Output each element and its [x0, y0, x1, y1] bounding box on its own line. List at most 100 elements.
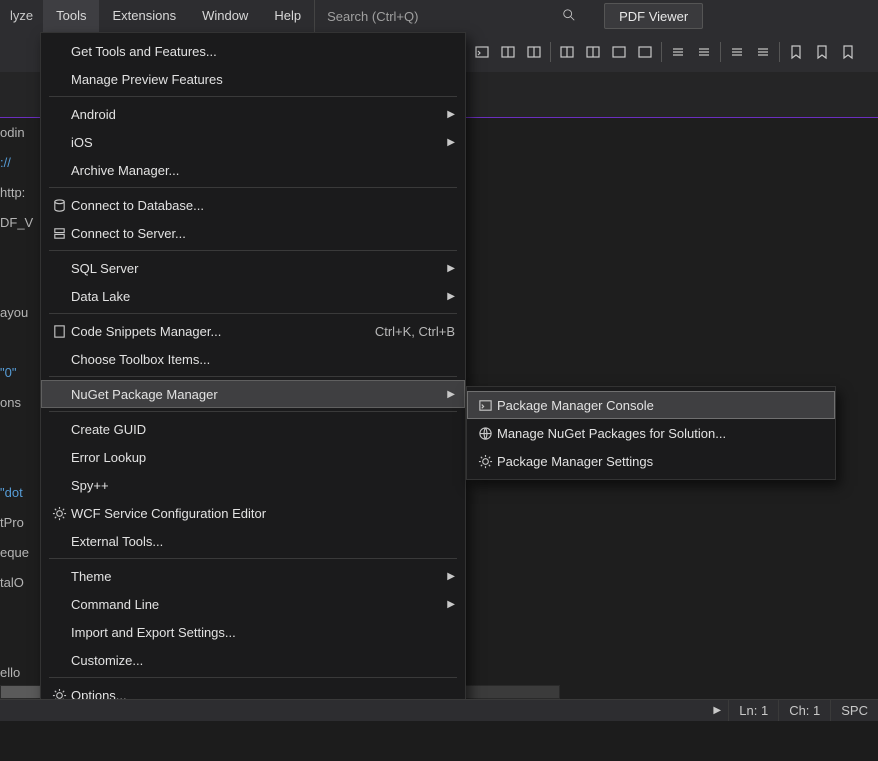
tools-menu-item-1[interactable]: Manage Preview Features: [41, 65, 465, 93]
menu-item-label: Data Lake: [71, 289, 435, 304]
indentright-icon[interactable]: [751, 40, 775, 64]
menu-item-label: Manage Preview Features: [71, 72, 455, 87]
menu-item-label: Create GUID: [71, 422, 455, 437]
bookmark-x-icon[interactable]: [836, 40, 860, 64]
menu-item-label: Package Manager Console: [497, 398, 825, 413]
indent-icon[interactable]: [692, 40, 716, 64]
console-icon: [473, 398, 497, 413]
stack-icon[interactable]: [633, 40, 657, 64]
tools-menu-item-19[interactable]: Import and Export Settings...: [41, 618, 465, 646]
chevron-right-icon: ▶: [447, 571, 455, 582]
menu-item-label: Theme: [71, 569, 435, 584]
bookmark-icon[interactable]: [784, 40, 808, 64]
tools-menu-item-16[interactable]: External Tools...: [41, 527, 465, 555]
menu-item-label: Code Snippets Manager...: [71, 324, 355, 339]
bookmark-outline-icon[interactable]: [810, 40, 834, 64]
menu-window[interactable]: Window: [189, 0, 261, 32]
search-placeholder: Search (Ctrl+Q): [327, 9, 418, 24]
tools-menu-item-2[interactable]: Android ▶: [41, 100, 465, 128]
pdf-viewer-label: PDF Viewer: [619, 9, 688, 24]
menu-item-label: SQL Server: [71, 261, 435, 276]
panel2-icon[interactable]: [522, 40, 546, 64]
status-spaces[interactable]: SPC: [830, 700, 878, 721]
menu-separator: [49, 96, 457, 97]
terminal-icon[interactable]: [470, 40, 494, 64]
menu-bar: lyze Tools Extensions Window Help Search…: [0, 0, 878, 32]
tools-menu-item-4[interactable]: Archive Manager...: [41, 156, 465, 184]
sub-item-0[interactable]: Package Manager Console: [467, 391, 835, 419]
status-column[interactable]: Ch: 1: [778, 700, 830, 721]
bottom-panel: [0, 721, 878, 761]
menu-separator: [49, 677, 457, 678]
menubar-truncated-item[interactable]: lyze: [0, 0, 43, 32]
tools-menu-item-15[interactable]: WCF Service Configuration Editor: [41, 499, 465, 527]
tools-menu-item-0[interactable]: Get Tools and Features...: [41, 37, 465, 65]
menu-item-label: Get Tools and Features...: [71, 44, 455, 59]
tools-menu-item-3[interactable]: iOS ▶: [41, 128, 465, 156]
device3-icon[interactable]: [607, 40, 631, 64]
menu-item-shortcut: Ctrl+K, Ctrl+B: [375, 324, 455, 339]
gear-icon: [473, 454, 497, 469]
menu-item-label: Android: [71, 107, 435, 122]
chevron-right-icon: ▶: [447, 137, 455, 148]
globe-icon: [473, 426, 497, 441]
server-icon: [47, 226, 71, 241]
menu-item-label: Choose Toolbox Items...: [71, 352, 455, 367]
tools-menu-item-7[interactable]: SQL Server ▶: [41, 254, 465, 282]
panel-icon[interactable]: [496, 40, 520, 64]
tools-menu-item-9[interactable]: Code Snippets Manager... Ctrl+K, Ctrl+B: [41, 317, 465, 345]
search-icon: [562, 8, 576, 25]
tools-menu-item-13[interactable]: Error Lookup: [41, 443, 465, 471]
device-icon[interactable]: [555, 40, 579, 64]
status-bar: ▶ Ln: 1 Ch: 1 SPC: [0, 699, 878, 721]
menu-item-label: Import and Export Settings...: [71, 625, 455, 640]
tools-menu-item-11[interactable]: NuGet Package Manager ▶: [41, 380, 465, 408]
menu-item-label: Connect to Server...: [71, 226, 455, 241]
menu-separator: [49, 558, 457, 559]
pdf-viewer-button[interactable]: PDF Viewer: [604, 3, 703, 29]
status-line[interactable]: Ln: 1: [728, 700, 778, 721]
chevron-right-icon: ▶: [447, 599, 455, 610]
tools-menu-item-12[interactable]: Create GUID: [41, 415, 465, 443]
gear-icon: [47, 506, 71, 521]
tools-menu-item-17[interactable]: Theme ▶: [41, 562, 465, 590]
tools-menu-item-14[interactable]: Spy++: [41, 471, 465, 499]
tools-menu-item-20[interactable]: Customize...: [41, 646, 465, 674]
tools-menu-item-5[interactable]: Connect to Database...: [41, 191, 465, 219]
sub-item-1[interactable]: Manage NuGet Packages for Solution...: [467, 419, 835, 447]
menu-item-label: Connect to Database...: [71, 198, 455, 213]
tools-menu-item-18[interactable]: Command Line ▶: [41, 590, 465, 618]
search-box[interactable]: Search (Ctrl+Q): [314, 0, 584, 32]
menu-separator: [49, 376, 457, 377]
menu-extensions[interactable]: Extensions: [99, 0, 189, 32]
tools-menu-item-10[interactable]: Choose Toolbox Items...: [41, 345, 465, 373]
menu-item-label: Command Line: [71, 597, 435, 612]
status-arrow-icon[interactable]: ▶: [706, 705, 728, 716]
menu-separator: [49, 313, 457, 314]
tools-menu-item-8[interactable]: Data Lake ▶: [41, 282, 465, 310]
toolbar-divider: [661, 42, 662, 62]
menu-item-label: NuGet Package Manager: [71, 387, 435, 402]
chevron-right-icon: ▶: [447, 291, 455, 302]
menu-item-label: WCF Service Configuration Editor: [71, 506, 455, 521]
tools-menu: Get Tools and Features... Manage Preview …: [40, 32, 466, 714]
menu-item-label: iOS: [71, 135, 435, 150]
chevron-right-icon: ▶: [447, 263, 455, 274]
db-icon: [47, 198, 71, 213]
indentleft-icon[interactable]: [725, 40, 749, 64]
menu-item-label: Archive Manager...: [71, 163, 455, 178]
tools-menu-item-6[interactable]: Connect to Server...: [41, 219, 465, 247]
menu-item-label: Spy++: [71, 478, 455, 493]
menu-tools[interactable]: Tools: [43, 0, 99, 32]
menu-separator: [49, 250, 457, 251]
sub-item-2[interactable]: Package Manager Settings: [467, 447, 835, 475]
menu-help[interactable]: Help: [261, 0, 314, 32]
menu-item-label: Manage NuGet Packages for Solution...: [497, 426, 825, 441]
menu-item-label: Error Lookup: [71, 450, 455, 465]
device2-icon[interactable]: [581, 40, 605, 64]
toolbar-divider: [779, 42, 780, 62]
brackets-icon[interactable]: [666, 40, 690, 64]
menu-item-label: Package Manager Settings: [497, 454, 825, 469]
chevron-right-icon: ▶: [447, 109, 455, 120]
chevron-right-icon: ▶: [447, 389, 455, 400]
